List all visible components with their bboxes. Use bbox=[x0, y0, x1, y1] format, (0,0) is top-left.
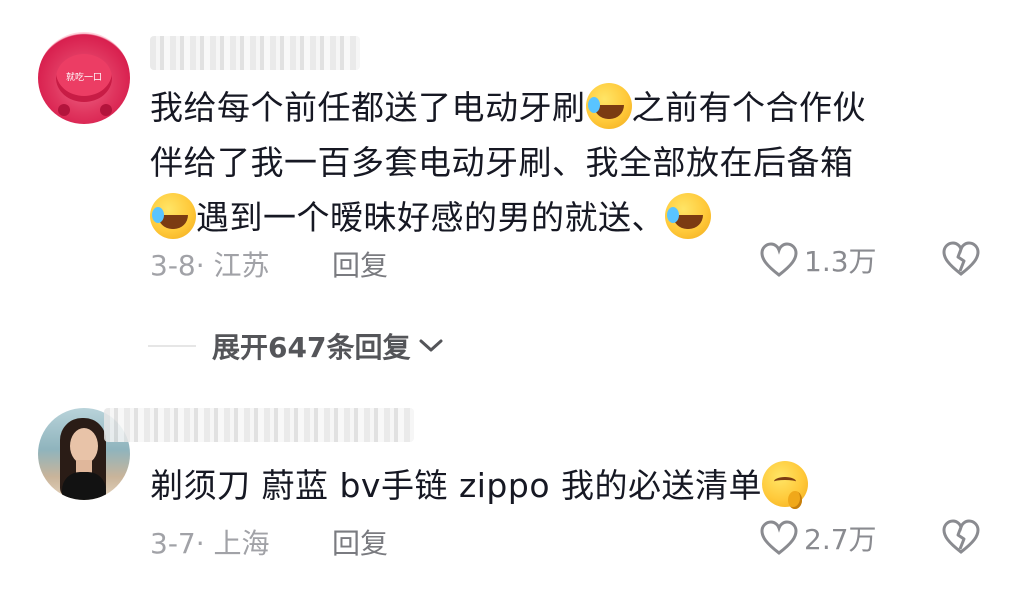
comment-meta: 3-8· 江苏 回复 bbox=[150, 244, 388, 284]
expand-replies-button[interactable]: 展开647条回复 bbox=[148, 322, 444, 370]
laugh-cry-emoji bbox=[665, 192, 711, 239]
broken-heart-icon bbox=[942, 241, 980, 276]
chevron-down-icon bbox=[419, 339, 443, 352]
comment-line-1: 我给每个前任都送了电动牙刷 之前有个合作伙 bbox=[150, 80, 990, 135]
dislike-button[interactable] bbox=[941, 241, 981, 277]
username-blurred[interactable] bbox=[150, 36, 360, 70]
comment-text: 剃须刀 蔚蓝 bv手链 zippo 我的必送清单 bbox=[150, 458, 990, 513]
like-count: 2.7万 bbox=[804, 523, 877, 556]
avatar-decoration bbox=[58, 104, 70, 116]
avatar[interactable]: 就吃一口 bbox=[38, 32, 130, 124]
heart-icon bbox=[760, 520, 798, 555]
comment-text: 我给每个前任都送了电动牙刷 之前有个合作伙 伴给了我一百多套电动牙刷、我全部放在后… bbox=[150, 80, 990, 245]
date-location: 3-7· 上海 bbox=[150, 527, 270, 560]
username-blurred[interactable] bbox=[104, 408, 414, 442]
like-count: 1.3万 bbox=[804, 245, 877, 278]
dislike-button[interactable] bbox=[941, 519, 981, 555]
like-button[interactable]: 1.3万 bbox=[760, 240, 877, 280]
divider-line bbox=[148, 345, 196, 347]
avatar-logo-text: 就吃一口 bbox=[65, 73, 102, 83]
expand-replies-label: 展开647条回复 bbox=[212, 331, 411, 364]
drooling-emoji bbox=[762, 460, 809, 509]
avatar-clothing-shape bbox=[62, 472, 106, 500]
comment-line-3: 遇到一个暧昧好感的男的就送、 bbox=[150, 190, 990, 245]
laugh-cry-emoji bbox=[150, 192, 196, 239]
avatar-decoration bbox=[100, 104, 112, 116]
laugh-cry-emoji bbox=[585, 82, 632, 129]
reply-button[interactable]: 回复 bbox=[332, 522, 388, 562]
broken-heart-icon bbox=[942, 519, 980, 554]
heart-icon bbox=[760, 242, 798, 277]
like-button[interactable]: 2.7万 bbox=[760, 518, 877, 558]
reply-button[interactable]: 回复 bbox=[332, 244, 388, 284]
date-location: 3-8· 江苏 bbox=[150, 249, 270, 282]
comment-line-2: 伴给了我一百多套电动牙刷、我全部放在后备箱 bbox=[150, 143, 854, 182]
avatar-face-shape bbox=[70, 428, 98, 464]
comment-meta: 3-7· 上海 回复 bbox=[150, 522, 388, 562]
